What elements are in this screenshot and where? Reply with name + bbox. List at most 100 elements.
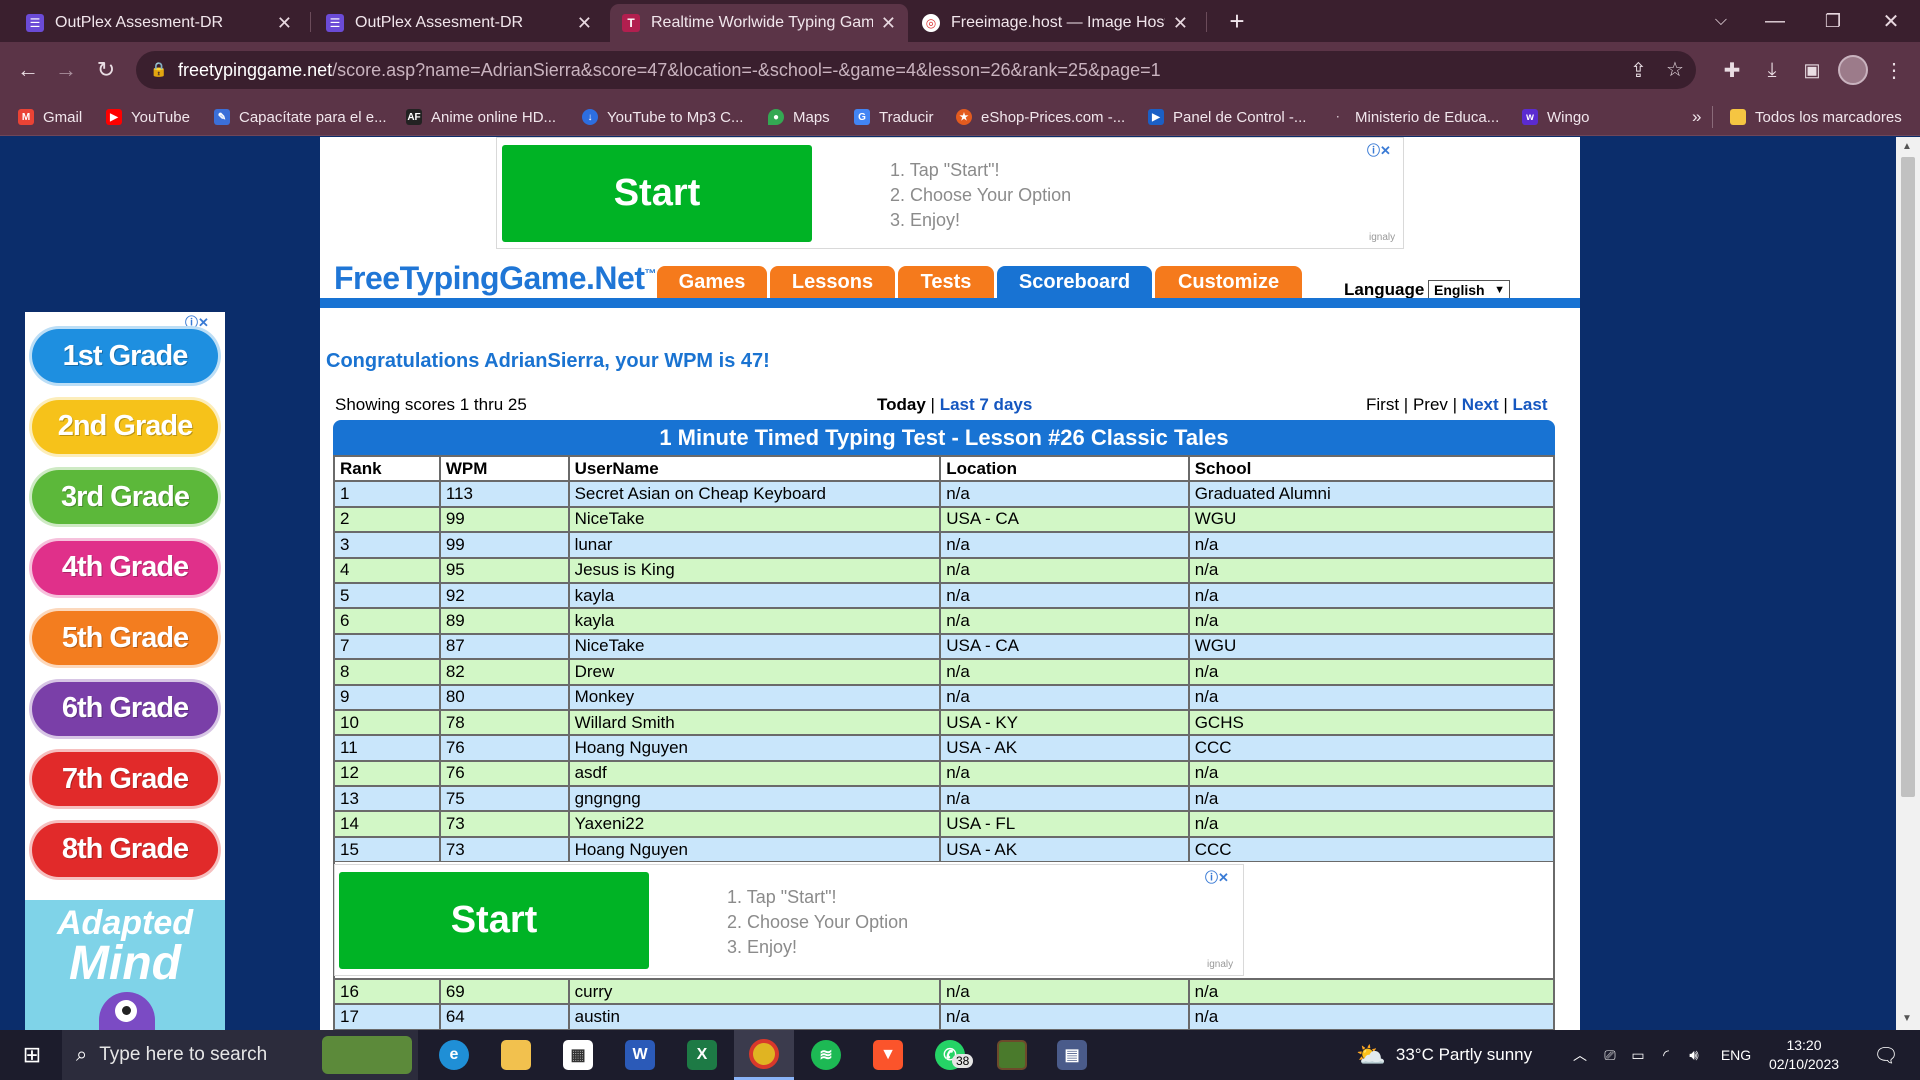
meet-now-icon[interactable]: ⎚: [1598, 1030, 1622, 1080]
tab-3-active[interactable]: T Realtime Worlwide Typing Game ✕: [610, 4, 908, 42]
period-today[interactable]: Today: [877, 395, 926, 414]
table-cell: 2: [333, 505, 441, 534]
youtube-icon: ▶: [106, 109, 122, 125]
taskbar-explorer[interactable]: [494, 1030, 538, 1080]
tab-1[interactable]: ☰ OutPlex Assesment-DR ✕: [14, 4, 304, 42]
taskbar-excel[interactable]: X: [680, 1030, 724, 1080]
extensions-puzzle-icon[interactable]: ✚: [1716, 54, 1748, 86]
bookmark-panel[interactable]: ▶ Panel de Control -...: [1148, 98, 1306, 136]
battery-icon[interactable]: ▭: [1626, 1030, 1650, 1080]
bookmark-gmail[interactable]: M Gmail: [18, 98, 82, 136]
language-select[interactable]: English ▼: [1428, 280, 1510, 300]
new-tab-plus-icon[interactable]: +: [1222, 6, 1252, 36]
close-icon[interactable]: ✕: [577, 13, 592, 34]
taskbar-spotify[interactable]: ≋: [804, 1030, 848, 1080]
bookmark-wingo[interactable]: w Wingo: [1522, 98, 1590, 136]
grade-button[interactable]: 6th Grade: [29, 678, 221, 739]
taskbar-word[interactable]: W: [618, 1030, 662, 1080]
reload-icon[interactable]: ↻: [90, 54, 122, 86]
bookmark-youtube-mp3[interactable]: ↓ YouTube to Mp3 C...: [582, 98, 743, 136]
table-cell: asdf: [567, 759, 942, 788]
ad-start-button[interactable]: Start: [339, 872, 649, 969]
nav-lessons[interactable]: Lessons: [770, 266, 895, 298]
language-indicator[interactable]: ENG: [1716, 1030, 1756, 1080]
bookmark-youtube[interactable]: ▶ YouTube: [106, 98, 190, 136]
tab-search-chevron-icon[interactable]: ⌵: [1706, 6, 1736, 36]
profile-avatar[interactable]: [1838, 55, 1868, 85]
site-logo[interactable]: FreeTypingGame.Net™: [334, 260, 656, 297]
clock[interactable]: 13:20 02/10/2023: [1764, 1030, 1844, 1080]
taskbar-chrome-active[interactable]: [734, 1030, 794, 1080]
grade-button[interactable]: 8th Grade: [29, 819, 221, 880]
scrollbar-thumb[interactable]: [1901, 157, 1915, 797]
taskbar-edge[interactable]: e: [432, 1030, 476, 1080]
taskbar-store[interactable]: ▦: [556, 1030, 600, 1080]
period-last-7-days[interactable]: Last 7 days: [940, 395, 1033, 414]
tab-2[interactable]: ☰ OutPlex Assesment-DR ✕: [314, 4, 604, 42]
address-bar[interactable]: 🔒 freetypinggame.net/score.asp?name=Adri…: [136, 51, 1696, 89]
bookmark-ministerio[interactable]: · Ministerio de Educa...: [1330, 98, 1499, 136]
nav-games[interactable]: Games: [657, 266, 767, 298]
ad-choices-close-icon[interactable]: ⓘ✕: [1205, 867, 1229, 886]
side-panel-icon[interactable]: ▣: [1796, 54, 1828, 86]
tray-chevron-up-icon[interactable]: ︿: [1568, 1030, 1592, 1080]
tab-4[interactable]: ◎ Freeimage.host — Image Hosting ✕: [910, 4, 1200, 42]
calculator-icon: ▤: [1057, 1040, 1087, 1070]
ad-step: 2. Choose Your Option: [890, 185, 1072, 205]
grade-button[interactable]: 2nd Grade: [29, 396, 221, 457]
window-close-icon[interactable]: ✕: [1876, 6, 1906, 36]
bookmark-capacitate[interactable]: ✎ Capacítate para el e...: [214, 98, 387, 136]
scroll-up-icon[interactable]: ▲: [1902, 141, 1912, 152]
wifi-icon[interactable]: ◜: [1654, 1030, 1678, 1080]
page-next[interactable]: Next: [1462, 395, 1499, 414]
share-icon[interactable]: ⇪: [1630, 58, 1647, 83]
download-icon[interactable]: ⤓: [1756, 54, 1788, 86]
bookmark-maps[interactable]: ● Maps: [768, 98, 830, 136]
grade-button[interactable]: 4th Grade: [29, 537, 221, 598]
ad-start-button[interactable]: Start: [502, 145, 812, 242]
grade-button[interactable]: 3rd Grade: [29, 467, 221, 527]
volume-icon[interactable]: 🔊︎: [1682, 1030, 1706, 1080]
mario-icon: ★: [956, 109, 972, 125]
ad-choices-close-icon[interactable]: ⓘ✕: [1367, 140, 1391, 159]
taskbar-minecraft[interactable]: [990, 1030, 1034, 1080]
tab-title: OutPlex Assesment-DR: [55, 14, 224, 31]
bookmark-eshop[interactable]: ★ eShop-Prices.com -...: [956, 98, 1125, 136]
nav-customize[interactable]: Customize: [1155, 266, 1302, 298]
grade-button[interactable]: 1st Grade: [29, 326, 221, 386]
taskbar-calculator[interactable]: ▤: [1050, 1030, 1094, 1080]
bookmark-star-icon[interactable]: ☆: [1666, 57, 1684, 82]
restore-icon[interactable]: ❐: [1818, 6, 1848, 36]
inline-advertisement[interactable]: Start 1. Tap "Start"! 2. Choose Your Opt…: [334, 864, 1244, 976]
menu-kebab-icon[interactable]: ⋮: [1878, 54, 1910, 86]
bookmark-traducir[interactable]: G Traducir: [854, 98, 933, 136]
nav-tests[interactable]: Tests: [898, 266, 994, 298]
windows-start-icon[interactable]: ⊞: [12, 1030, 52, 1080]
weather-widget[interactable]: ⛅ 33°C Partly sunny: [1356, 1030, 1550, 1080]
nav-scoreboard[interactable]: Scoreboard: [997, 266, 1152, 298]
ad-steps: 1. Tap "Start"! 2. Choose Your Option 3.…: [727, 885, 908, 960]
top-advertisement[interactable]: Start 1. Tap "Start"! 2. Choose Your Opt…: [496, 137, 1404, 249]
clock-date: 02/10/2023: [1768, 1056, 1840, 1072]
taskbar-brave[interactable]: ▼: [866, 1030, 910, 1080]
page-last[interactable]: Last: [1513, 395, 1548, 414]
grade-button[interactable]: 7th Grade: [29, 749, 221, 809]
close-icon[interactable]: ✕: [1173, 13, 1188, 34]
bookmark-anime[interactable]: AF Anime online HD...: [406, 98, 556, 136]
side-advertisement[interactable]: ⓘ✕ 1st Grade 2nd Grade 3rd Grade 4th Grade 5…: [25, 312, 225, 1032]
chrome-icon: [749, 1038, 779, 1069]
close-icon[interactable]: ✕: [277, 13, 292, 34]
grade-button[interactable]: 5th Grade: [29, 608, 221, 668]
taskbar-search-box[interactable]: ⌕ Type here to search: [62, 1030, 418, 1080]
all-bookmarks[interactable]: Todos los marcadores: [1730, 98, 1902, 136]
close-icon[interactable]: ✕: [881, 13, 896, 34]
taskbar-whatsapp[interactable]: ✆ 38: [928, 1030, 974, 1080]
page-scrollbar[interactable]: ▲ ▼: [1896, 137, 1920, 1030]
minimize-icon[interactable]: —: [1760, 6, 1790, 36]
table-cell: Graduated Alumni: [1187, 480, 1556, 508]
notifications-icon[interactable]: 🗨︎: [1866, 1030, 1906, 1080]
back-arrow-icon[interactable]: ←: [12, 54, 44, 86]
bookmarks-overflow-chevron[interactable]: »: [1692, 98, 1701, 136]
forward-arrow-icon[interactable]: →: [50, 54, 82, 86]
scroll-down-icon[interactable]: ▼: [1902, 1013, 1912, 1024]
